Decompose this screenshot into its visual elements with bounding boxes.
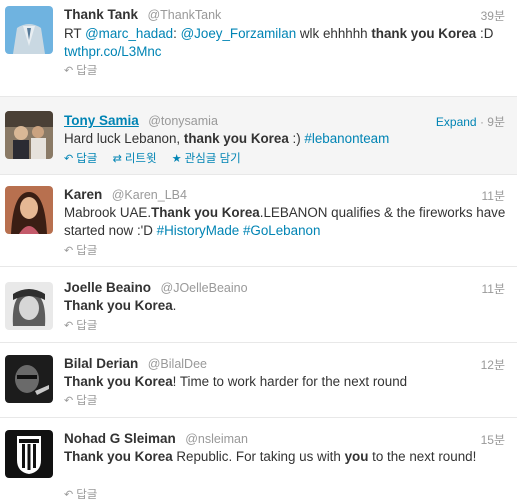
tweet-text: Hard luck Lebanon, thank you Korea :) #l… bbox=[64, 130, 507, 148]
mention-link[interactable]: @marc_hadad bbox=[85, 26, 173, 41]
tweet-text-part: Mabrook UAE. bbox=[64, 205, 152, 220]
tweet-text-part: :) bbox=[288, 131, 305, 146]
avatar[interactable] bbox=[5, 6, 53, 54]
reply-button[interactable]: ↶ 답글 bbox=[64, 392, 97, 408]
user-name[interactable]: Tony Samia bbox=[64, 113, 139, 128]
tweet-text-part: ! Time to work harder for the next round bbox=[172, 374, 408, 389]
retweet-icon: ⇄ bbox=[112, 152, 122, 165]
user-handle[interactable]: @BilalDee bbox=[148, 357, 207, 371]
user-handle[interactable]: @JOelleBeaino bbox=[161, 281, 248, 295]
tweet-text-part: . bbox=[172, 298, 177, 313]
reply-arrow-icon: ↶ bbox=[64, 152, 74, 165]
tweet-item[interactable]: Karen @Karen_LB4 11분 Mabrook UAE.Thank y… bbox=[0, 175, 517, 267]
tweet-item[interactable]: Tony Samia @tonysamia Expand · 9분 Hard l… bbox=[0, 97, 517, 175]
timestamp[interactable]: 9분 bbox=[487, 115, 505, 129]
user-name[interactable]: Bilal Derian bbox=[64, 356, 138, 371]
tweet-item[interactable]: Bilal Derian @BilalDee 12분 Thank you Kor… bbox=[0, 343, 517, 418]
user-handle[interactable]: @ThankTank bbox=[147, 8, 221, 22]
tweet-item[interactable]: Thank Tank @ThankTank 39분 RT @marc_hadad… bbox=[0, 0, 517, 97]
reply-arrow-icon: ↶ bbox=[64, 244, 74, 257]
user-name[interactable]: Nohad G Sleiman bbox=[64, 431, 176, 446]
tweet-text-part: to the next round! bbox=[368, 449, 477, 464]
reply-arrow-icon: ↶ bbox=[64, 394, 74, 407]
bold-phrase: Thank you Korea bbox=[64, 449, 173, 464]
expand-link[interactable]: Expand bbox=[436, 115, 477, 129]
reply-label: 답글 bbox=[76, 245, 98, 257]
avatar[interactable] bbox=[5, 111, 53, 159]
timestamp[interactable]: 11분 bbox=[482, 280, 506, 297]
bold-phrase: Thank you Korea bbox=[64, 374, 173, 389]
tweet-text-part: wlk ehhhhh bbox=[296, 26, 372, 41]
reply-label: 답글 bbox=[76, 153, 98, 165]
retweet-label: 리트윗 bbox=[124, 153, 157, 165]
reply-label: 답글 bbox=[76, 65, 98, 77]
reply-label: 답글 bbox=[76, 489, 98, 500]
reply-button[interactable]: ↶ 답글 bbox=[64, 317, 97, 333]
hashtag-link[interactable]: #HistoryMade bbox=[157, 223, 240, 238]
user-name[interactable]: Joelle Beaino bbox=[64, 280, 151, 295]
bold-phrase: you bbox=[344, 449, 369, 464]
hashtag-link[interactable]: #GoLebanon bbox=[243, 223, 320, 238]
tweet-text: RT @marc_hadad: @Joey_Forzamilan wlk ehh… bbox=[64, 25, 507, 61]
tweet-item[interactable]: Nohad G Sleiman @nsleiman 15분 Thank you … bbox=[0, 418, 517, 500]
tweet-text-part: Hard luck Lebanon, bbox=[64, 131, 184, 146]
user-handle[interactable]: @Karen_LB4 bbox=[112, 188, 187, 202]
avatar[interactable] bbox=[5, 430, 53, 478]
reply-button[interactable]: ↶ 답글 bbox=[64, 486, 97, 500]
reply-button[interactable]: ↶ 답글 bbox=[64, 242, 97, 258]
bold-phrase: Thank you Korea bbox=[151, 205, 260, 220]
tweet-text: Thank you Korea! Time to work harder for… bbox=[64, 373, 507, 391]
user-name[interactable]: Karen bbox=[64, 187, 102, 202]
tweet-text-part: :D bbox=[476, 26, 494, 41]
user-handle[interactable]: @tonysamia bbox=[148, 114, 218, 128]
reply-arrow-icon: ↶ bbox=[64, 488, 74, 500]
reply-button[interactable]: ↶ 답글 bbox=[64, 62, 97, 78]
timestamp[interactable]: 15분 bbox=[481, 431, 505, 448]
tweet-text-part: Republic. For taking us with bbox=[172, 449, 345, 464]
mention-link[interactable]: @Joey_Forzamilan bbox=[181, 26, 297, 41]
bold-phrase: Thank you Korea bbox=[64, 298, 173, 313]
favorite-label: 관심글 담기 bbox=[184, 153, 241, 165]
tweet-text-part: RT bbox=[64, 26, 86, 41]
user-handle[interactable]: @nsleiman bbox=[185, 432, 248, 446]
reply-label: 답글 bbox=[76, 320, 98, 332]
avatar[interactable] bbox=[5, 186, 53, 234]
retweet-button[interactable]: ⇄ 리트윗 bbox=[113, 150, 157, 166]
favorite-button[interactable]: ★ 관심글 담기 bbox=[172, 150, 241, 166]
star-icon: ★ bbox=[171, 152, 182, 165]
url-link[interactable]: twthpr.co/L3Mnc bbox=[64, 44, 162, 59]
tweet-text-part: : bbox=[173, 26, 181, 41]
tweet-text: Thank you Korea Republic. For taking us … bbox=[64, 448, 507, 466]
avatar[interactable] bbox=[5, 355, 53, 403]
reply-arrow-icon: ↶ bbox=[64, 64, 74, 77]
hashtag-link[interactable]: #lebanonteam bbox=[304, 131, 389, 146]
timestamp[interactable]: 39분 bbox=[481, 7, 505, 24]
tweet-text: Mabrook UAE.Thank you Korea.LEBANON qual… bbox=[64, 204, 507, 240]
bold-phrase: thank you Korea bbox=[371, 26, 477, 41]
timestamp[interactable]: 11분 bbox=[482, 187, 506, 204]
avatar[interactable] bbox=[5, 282, 53, 330]
tweet-item[interactable]: Joelle Beaino @JOelleBeaino 11분 Thank yo… bbox=[0, 267, 517, 343]
timestamp[interactable]: 12분 bbox=[481, 356, 505, 373]
reply-button[interactable]: ↶ 답글 bbox=[64, 150, 97, 166]
tweet-text: Thank you Korea. bbox=[64, 297, 507, 315]
reply-label: 답글 bbox=[76, 395, 98, 407]
bold-phrase: thank you Korea bbox=[183, 131, 289, 146]
user-name[interactable]: Thank Tank bbox=[64, 7, 138, 22]
reply-arrow-icon: ↶ bbox=[64, 319, 74, 332]
